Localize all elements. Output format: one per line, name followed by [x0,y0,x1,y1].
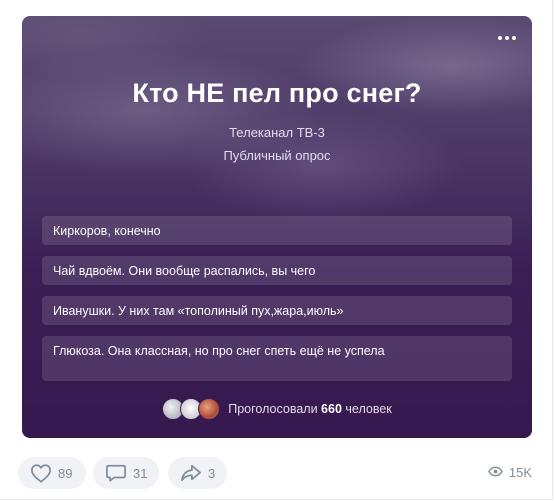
poll-answer-4[interactable]: Глюкоза. Она классная, но про снег спеть… [42,336,512,381]
poll-title: Кто НЕ пел про снег? [132,78,422,108]
comment-count: 31 [133,465,148,481]
share-icon [180,463,208,483]
poll-answer-3[interactable]: Иванушки. У них там «тополиный пух,жара,… [42,296,512,325]
heart-icon [30,463,58,483]
share-count: 3 [208,465,216,481]
poll-answer-1[interactable]: Киркоров, конечно [42,216,512,245]
voters-summary[interactable]: Проголосовали 660 человек [22,397,532,421]
voters-suffix: человек [345,402,392,416]
poll-type: Публичный опрос [223,148,331,163]
poll-answer-2[interactable]: Чай вдвоём. Они вообще распались, вы чег… [42,256,512,285]
avatar [198,398,221,420]
like-button[interactable]: 89 [18,457,86,489]
voters-count: 660 [321,402,342,416]
comment-icon [105,463,133,483]
share-button[interactable]: 3 [168,457,227,489]
voter-avatars [162,398,221,420]
views-counter: 15K [487,465,532,480]
like-count: 89 [58,465,73,481]
comment-button[interactable]: 31 [93,457,159,489]
poll-answer-label: Иванушки. У них там «тополиный пух,жара,… [53,304,344,318]
views-count: 15K [508,465,532,480]
poll-answer-label: Чай вдвоём. Они вообще распались, вы чег… [53,264,316,278]
voters-text: Проголосовали 660 человек [228,402,392,416]
more-options-icon[interactable] [496,32,518,44]
poll-answer-label: Глюкоза. Она классная, но про снег спеть… [53,344,385,358]
eye-icon [487,465,509,480]
poll-card: Кто НЕ пел про снег? Телеканал ТВ-3 Публ… [22,16,532,438]
poll-author[interactable]: Телеканал ТВ-3 [22,125,532,140]
poll-answer-label: Киркоров, конечно [53,224,161,238]
voters-prefix: Проголосовали [228,402,318,416]
